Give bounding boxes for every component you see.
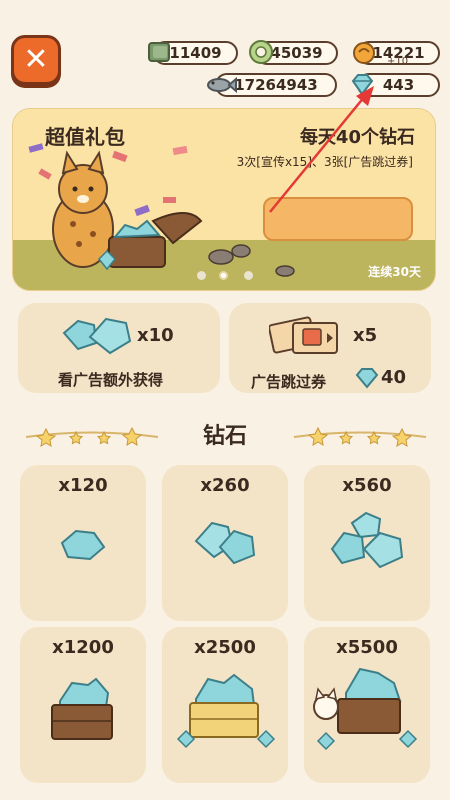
diamond-pack-5500[interactable]: x5500 — [304, 627, 430, 783]
diamond-pack-120[interactable]: x120 — [20, 465, 146, 621]
banner-days-label: 连续30天 — [368, 265, 421, 279]
diamond-pack-260[interactable]: x260 — [162, 465, 288, 621]
medium-gem-pile-icon — [194, 521, 256, 565]
buy-pack-button[interactable] — [263, 197, 413, 241]
fish-icon — [207, 76, 237, 94]
diamond-pack-560[interactable]: x560 — [304, 465, 430, 621]
diamond-pack-1200[interactable]: x1200 — [20, 627, 146, 783]
bell-coin-icon — [353, 42, 375, 64]
close-button[interactable]: ✕ — [11, 35, 61, 85]
diamond-increment-note: +10 — [387, 56, 409, 67]
close-icon: ✕ — [23, 42, 49, 77]
gift-pack-banner[interactable]: 超值礼包 每天40个钻石 3次[宣传x15]、3张[广告跳过券] 连续30天 — [12, 108, 436, 291]
carousel-dot-2[interactable] — [219, 271, 228, 280]
skip-ticket-card[interactable]: x5 广告跳过券 40 — [229, 303, 431, 393]
large-gem-pile-icon — [330, 511, 404, 569]
skip-ticket-label: 广告跳过券 — [251, 373, 327, 391]
banner-subline: 3次[宣传x15]、3张[广告跳过券] — [236, 155, 413, 169]
coin-icon — [249, 40, 273, 64]
carousel-dot-3[interactable] — [244, 271, 253, 280]
gem-pile-icon — [62, 317, 132, 355]
pack-qty: x1200 — [52, 637, 114, 658]
carousel-dot-1[interactable] — [197, 271, 206, 280]
pack-qty: x260 — [200, 475, 250, 496]
ticket-icon — [269, 316, 338, 354]
diamond-pack-2500[interactable]: x2500 — [162, 627, 288, 783]
skip-ticket-qty: x5 — [353, 325, 378, 346]
ad-reward-label: 看广告额外获得 — [58, 371, 164, 389]
pack-qty: x5500 — [336, 637, 398, 658]
wooden-crate-gems-icon — [51, 677, 113, 740]
pack-qty: x2500 — [194, 637, 256, 658]
pack-qty: x120 — [58, 475, 108, 496]
star-garland-right — [293, 426, 427, 447]
ad-reward-card[interactable]: x10 看广告额外获得 — [18, 303, 220, 393]
small-gem-pile-icon — [60, 529, 106, 561]
cat-crate-gems-icon — [313, 667, 418, 751]
banner-title: 超值礼包 — [45, 125, 125, 149]
cash-icon — [148, 42, 170, 62]
pack-qty: x560 — [342, 475, 392, 496]
banner-headline: 每天40个钻石 — [299, 127, 415, 148]
golden-crate-gems-icon — [176, 673, 276, 749]
skip-ticket-price: 40 — [381, 367, 407, 388]
diamond-icon — [355, 368, 379, 389]
diamond-icon — [351, 74, 374, 96]
ad-reward-qty: x10 — [137, 325, 174, 346]
